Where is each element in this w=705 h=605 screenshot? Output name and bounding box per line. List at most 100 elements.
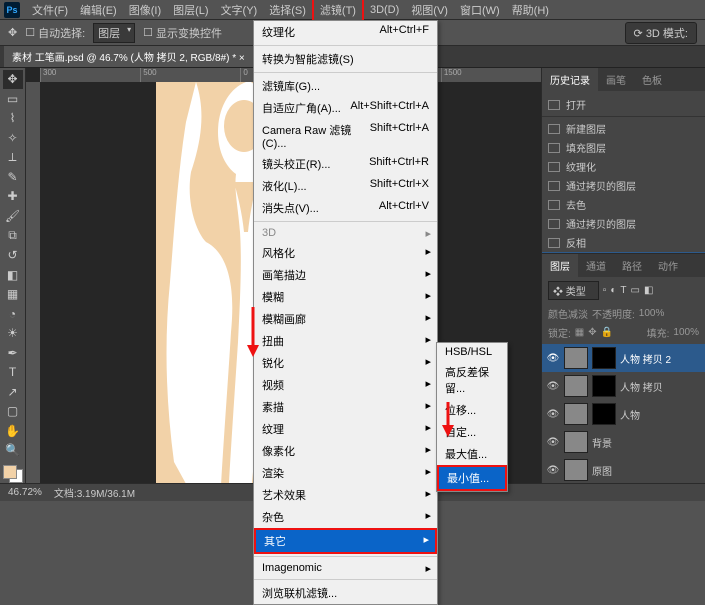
marquee-tool[interactable]: ▭ [3,90,23,109]
menu-window[interactable]: 窗口(W) [454,0,506,20]
menu-blur[interactable]: 模糊 [254,286,437,308]
stamp-tool[interactable]: ⧉ [3,226,23,245]
menu-liquify[interactable]: 液化(L)...Shift+Ctrl+X [254,175,437,197]
layer-row[interactable]: 👁 人物 拷贝 2 [542,344,705,372]
lock-all-icon[interactable]: 🔒 [601,327,613,338]
menu-camera-raw[interactable]: Camera Raw 滤镜(C)...Shift+Ctrl+A [254,119,437,153]
type-tool[interactable]: T [3,363,23,382]
layer-name[interactable]: 原图 [592,463,701,478]
layer-mask-thumb[interactable] [592,375,616,397]
menu-video[interactable]: 视频 [254,374,437,396]
eyedropper-tool[interactable]: ✎ [3,168,23,187]
layer-name[interactable]: 人物 [620,407,701,422]
layer-thumb[interactable] [564,403,588,425]
color-swatches[interactable] [3,465,23,484]
menu-artistic[interactable]: 艺术效果 [254,484,437,506]
submenu-minimum[interactable]: 最小值... [437,465,507,491]
visibility-icon[interactable]: 👁 [546,409,560,420]
history-item[interactable]: 新建图层 [542,119,705,138]
history-item[interactable]: 去色 [542,195,705,214]
menu-sketch[interactable]: 素描 [254,396,437,418]
menu-distort[interactable]: 扭曲 [254,330,437,352]
history-item[interactable]: 反相 [542,233,705,252]
opacity-value[interactable]: 100% [639,308,665,319]
lasso-tool[interactable]: ⌇ [3,109,23,128]
3d-mode-button[interactable]: ⟳ 3D 模式: [625,22,697,44]
gradient-tool[interactable]: ▦ [3,285,23,304]
menu-select[interactable]: 选择(S) [263,0,312,20]
layer-thumb[interactable] [564,431,588,453]
layer-row[interactable]: 👁 背景 [542,428,705,456]
submenu-hsb[interactable]: HSB/HSL [437,343,507,361]
menu-adaptive-wide[interactable]: 自适应广角(A)...Alt+Shift+Ctrl+A [254,97,437,119]
layer-mask-thumb[interactable] [592,347,616,369]
layer-name[interactable]: 人物 拷贝 [620,379,701,394]
menu-blur-gallery[interactable]: 模糊画廊 [254,308,437,330]
auto-select-mode[interactable]: 图层 [93,23,135,43]
crop-tool[interactable]: ⟂ [3,148,23,167]
menu-3d[interactable]: 3D [254,224,437,242]
menu-brush-strokes[interactable]: 画笔描边 [254,264,437,286]
menu-file[interactable]: 文件(F) [26,0,74,20]
layer-name[interactable]: 人物 拷贝 2 [620,351,701,366]
blur-tool[interactable]: ◔ [3,304,23,323]
path-tool[interactable]: ↗ [3,383,23,402]
menu-smart-filter[interactable]: 转换为智能滤镜(S) [254,48,437,70]
visibility-icon[interactable]: 👁 [546,353,560,364]
history-item[interactable]: 填充图层 [542,138,705,157]
tab-layers[interactable]: 图层 [542,254,578,277]
layer-row[interactable]: 👁 原图 [542,456,705,484]
layer-row[interactable]: 👁 人物 [542,400,705,428]
layer-mask-thumb[interactable] [592,403,616,425]
filter-adj-icon[interactable]: ◐ [610,285,616,296]
layer-name[interactable]: 背景 [592,435,701,450]
history-item[interactable]: 通过拷贝的图层 [542,176,705,195]
layer-thumb[interactable] [564,347,588,369]
menu-help[interactable]: 帮助(H) [506,0,555,20]
menu-image[interactable]: 图像(I) [123,0,167,20]
tab-swatches[interactable]: 色板 [634,68,670,91]
move-tool[interactable]: ✥ [3,70,23,89]
menu-edit[interactable]: 编辑(E) [74,0,123,20]
submenu-maximum[interactable]: 最大值... [437,443,507,465]
tab-paths[interactable]: 路径 [614,254,650,277]
history-item[interactable]: 纹理化 [542,157,705,176]
submenu-highpass[interactable]: 高反差保留... [437,361,507,399]
menu-stylize[interactable]: 风格化 [254,242,437,264]
menu-vanishing-point[interactable]: 消失点(V)...Alt+Ctrl+V [254,197,437,219]
filter-smart-icon[interactable]: ◧ [644,285,653,296]
auto-select-checkbox[interactable]: ☐自动选择: [25,25,85,41]
menu-texture[interactable]: 纹理 [254,418,437,440]
menu-render[interactable]: 渲染 [254,462,437,484]
menu-lens-correction[interactable]: 镜头校正(R)...Shift+Ctrl+R [254,153,437,175]
fill-value[interactable]: 100% [673,327,699,338]
lock-pixels-icon[interactable]: ▦ [575,327,584,338]
fg-color-swatch[interactable] [3,465,17,479]
menu-noise[interactable]: 杂色 [254,506,437,528]
dodge-tool[interactable]: ☀ [3,324,23,343]
menu-layer[interactable]: 图层(L) [167,0,214,20]
history-brush-tool[interactable]: ↺ [3,246,23,265]
layer-thumb[interactable] [564,459,588,481]
blend-mode-select[interactable]: 颜色减淡 [548,306,588,321]
visibility-icon[interactable]: 👁 [546,381,560,392]
layer-row[interactable]: 👁 人物 拷贝 [542,372,705,400]
eraser-tool[interactable]: ◧ [3,265,23,284]
layer-thumb[interactable] [564,375,588,397]
show-transform-checkbox[interactable]: ☐显示变换控件 [143,25,222,41]
tab-brushes[interactable]: 画笔 [598,68,634,91]
menu-pixelate[interactable]: 像素化 [254,440,437,462]
menu-other[interactable]: 其它 [254,528,437,554]
menu-last-filter[interactable]: 纹理化Alt+Ctrl+F [254,21,437,43]
history-item[interactable]: 打开 [542,95,705,114]
tab-channels[interactable]: 通道 [578,254,614,277]
filter-img-icon[interactable]: ▫ [603,285,607,296]
tab-history[interactable]: 历史记录 [542,68,598,91]
menu-imagenomic[interactable]: Imagenomic [254,559,437,577]
filter-shape-icon[interactable]: ▭ [630,285,639,296]
document-tab[interactable]: 素材 工笔画.psd @ 46.7% (人物 拷贝 2, RGB/8#) * × [4,46,253,67]
history-item[interactable]: 通过拷贝的图层 [542,214,705,233]
filter-type-icon[interactable]: T [620,285,626,296]
pen-tool[interactable]: ✒ [3,343,23,362]
menu-filter-gallery[interactable]: 滤镜库(G)... [254,75,437,97]
